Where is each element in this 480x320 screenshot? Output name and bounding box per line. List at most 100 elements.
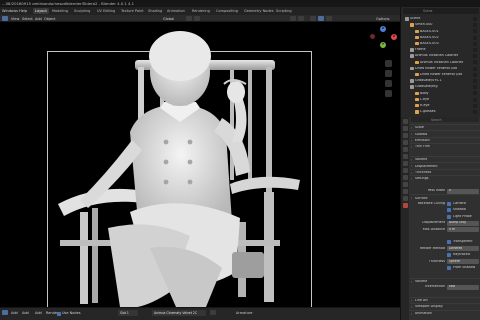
view-menu[interactable]: View <box>11 17 19 21</box>
panel-section[interactable]: › Animation <box>410 309 480 316</box>
material-tab-icon[interactable] <box>402 203 408 208</box>
visibility-eye-icon[interactable] <box>473 72 477 77</box>
add-menu-bottom-3[interactable]: Add <box>35 311 42 315</box>
outliner-row[interactable]: Frame <box>401 47 480 53</box>
shading-solid-icon[interactable] <box>310 16 316 21</box>
property-field[interactable]: Dithered <box>447 246 479 252</box>
visibility-eye-icon[interactable] <box>473 35 477 40</box>
outliner-row[interactable]: L.glasses <box>401 109 480 115</box>
property-field[interactable]: 0 <box>447 188 479 194</box>
zoom-icon[interactable] <box>385 60 392 67</box>
perspective-grid-icon[interactable] <box>385 90 392 97</box>
checkbox[interactable] <box>447 265 451 270</box>
world-tab-icon[interactable] <box>402 154 408 159</box>
add-menu[interactable]: Add <box>35 17 42 21</box>
editor-type-button[interactable] <box>2 16 8 21</box>
gizmo-x-icon[interactable]: X <box>391 34 397 40</box>
outliner-row[interactable]: Body <box>401 90 480 96</box>
panel-section[interactable]: › Thickness <box>410 168 480 175</box>
properties-search[interactable]: Search <box>411 117 479 122</box>
shield-icon[interactable] <box>210 310 216 315</box>
outliner-search[interactable]: Scene <box>403 8 479 14</box>
checkbox[interactable] <box>447 214 451 219</box>
menu-help[interactable]: Help <box>19 9 27 13</box>
options-dropdown[interactable]: Options <box>376 17 390 21</box>
tab-animation[interactable]: Animation <box>165 8 187 14</box>
gizmo-y-icon[interactable]: Y <box>380 42 386 48</box>
checkbox[interactable] <box>447 240 451 245</box>
property-field[interactable]: Sphere <box>447 258 479 264</box>
panel-section[interactable]: › Globals <box>410 130 480 136</box>
tab-modeling[interactable]: Modeling <box>50 8 70 14</box>
panel-section[interactable]: › Surface <box>410 194 480 200</box>
outliner-row[interactable]: Smith.000 <box>401 22 480 28</box>
object-tab-icon[interactable] <box>402 161 408 166</box>
panel-section[interactable]: › Thin Film <box>410 143 480 149</box>
visibility-eye-icon[interactable] <box>473 79 477 83</box>
outliner-row[interactable]: L.eye <box>401 97 480 103</box>
select-menu[interactable]: Select <box>22 17 33 21</box>
add-menu-bottom-2[interactable]: Add <box>22 311 29 315</box>
visibility-eye-icon[interactable] <box>473 66 477 71</box>
visibility-eye-icon[interactable] <box>473 110 477 114</box>
property-field[interactable]: Bump Only <box>447 220 479 226</box>
pan-hand-icon[interactable] <box>385 70 392 77</box>
shading-material-icon[interactable] <box>318 16 324 21</box>
overlay-icon[interactable] <box>290 16 296 21</box>
gizmo-neg-x-icon[interactable] <box>370 34 375 39</box>
slot-dropdown[interactable]: Slot 1 <box>118 310 138 316</box>
outliner-row[interactable]: Animus Victorian Cabinet <box>401 53 480 59</box>
outliner-row[interactable]: BASES.003 <box>401 41 480 47</box>
panel-section[interactable]: › Emission <box>410 136 480 143</box>
tab-sculpting[interactable]: Sculpting <box>72 8 92 14</box>
tab-shading[interactable]: Shading <box>146 8 164 14</box>
tab-rendering[interactable]: Rendering <box>190 8 212 14</box>
object-menu[interactable]: Object <box>44 17 55 21</box>
snap-icon[interactable] <box>186 16 192 21</box>
xray-icon[interactable] <box>298 16 304 21</box>
view-layer-tab-icon[interactable] <box>402 140 408 145</box>
checkbox[interactable] <box>447 253 451 257</box>
outliner-row[interactable]: Graduate/SYS.1 <box>401 78 480 84</box>
panel-section[interactable]: › Volume <box>410 277 480 284</box>
data-tab-icon[interactable] <box>402 196 408 201</box>
tab-scripting[interactable]: Scripting <box>274 8 294 14</box>
tool-tab-icon[interactable] <box>402 119 408 124</box>
panel-section[interactable]: › Viewport Display <box>410 303 480 309</box>
visibility-eye-icon[interactable] <box>473 54 477 59</box>
panel-section[interactable]: › Scale <box>410 124 480 130</box>
visibility-eye-icon[interactable] <box>473 29 477 34</box>
add-menu-bottom[interactable]: Add <box>11 311 18 315</box>
visibility-eye-icon[interactable] <box>473 97 477 102</box>
panel-section[interactable]: › Displacement <box>410 162 480 168</box>
orientation-dropdown[interactable]: Global <box>163 17 174 21</box>
menu-windows[interactable]: Windows <box>2 9 18 13</box>
property-field[interactable]: Fast <box>447 284 479 290</box>
camera-view-icon[interactable] <box>385 80 392 87</box>
physics-tab-icon[interactable] <box>402 182 408 187</box>
panel-section[interactable]: › Settings <box>410 175 480 181</box>
checkbox[interactable] <box>447 208 451 213</box>
panel-section[interactable]: › Volume <box>410 156 480 162</box>
output-tab-icon[interactable] <box>402 133 408 138</box>
visibility-eye-icon[interactable] <box>473 60 477 65</box>
visibility-eye-icon[interactable] <box>473 85 477 90</box>
visibility-eye-icon[interactable] <box>473 103 477 108</box>
proportional-icon[interactable] <box>194 16 200 21</box>
use-nodes-checkbox[interactable] <box>57 311 61 316</box>
scene-tab-icon[interactable] <box>402 147 408 152</box>
material-selector[interactable]: Animus Cinematy Velvet 2C <box>152 310 206 316</box>
shading-rendered-icon[interactable] <box>326 16 332 21</box>
tab-geometry-nodes[interactable]: Geometry Nodes <box>242 8 276 14</box>
tab-uv-editing[interactable]: UV Editing <box>95 8 117 14</box>
constraints-tab-icon[interactable] <box>402 189 408 194</box>
modifier-tab-icon[interactable] <box>402 168 408 173</box>
tab-texture-paint[interactable]: Texture Paint <box>119 8 146 14</box>
outliner-row[interactable]: Animus Victorian Cabinet <box>401 59 480 65</box>
outliner-row[interactable]: BASES.002 <box>401 35 480 41</box>
outliner-row[interactable]: R.eye <box>401 103 480 109</box>
visibility-eye-icon[interactable] <box>473 48 477 52</box>
outliner-row[interactable]: Dried flower ceramic pot <box>401 66 480 72</box>
visibility-eye-icon[interactable] <box>473 91 477 96</box>
visibility-eye-icon[interactable] <box>473 17 477 21</box>
